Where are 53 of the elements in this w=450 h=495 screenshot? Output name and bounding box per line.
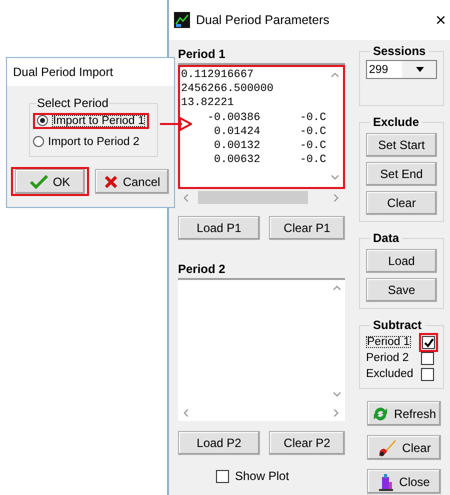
action-button[interactable]: Load [366, 249, 437, 273]
group-label: Select Period [36, 96, 110, 110]
checkbox[interactable] [422, 336, 435, 348]
radio-button[interactable] [37, 115, 48, 126]
action-button[interactable]: Load P1 [178, 216, 260, 240]
refresh-button[interactable]: Refresh [367, 401, 441, 426]
cancel-button[interactable]: Cancel [95, 169, 169, 194]
dialog-title: Dual Period Import [13, 65, 114, 79]
text-line: 0.01424 -0.C [213, 124, 326, 140]
group-label: Exclude [372, 115, 420, 129]
action-button[interactable]: Clear P1 [269, 216, 345, 240]
checkbox[interactable] [421, 352, 434, 364]
close-button[interactable]: × [435, 10, 446, 30]
check-icon [30, 174, 48, 188]
dropdown-arrow-icon [416, 67, 424, 72]
action-button[interactable]: Set Start [366, 133, 437, 157]
checkbox[interactable] [421, 368, 434, 380]
ok-button[interactable]: OK [15, 169, 85, 194]
clear-button[interactable]: Clear [367, 435, 441, 460]
radio-button[interactable] [33, 136, 44, 147]
text-line: 13.82221 [181, 96, 235, 111]
group-label: Sessions [372, 44, 427, 58]
text-line: -0.00386 -0.C [206, 110, 326, 125]
brush-icon [377, 438, 398, 456]
group-label: Data [372, 231, 400, 245]
action-button[interactable]: Load P2 [178, 431, 260, 455]
text-line: 0.00632 -0.C [213, 153, 326, 168]
sessions-dropdown[interactable]: 299 [366, 60, 437, 79]
cross-icon [104, 174, 118, 188]
text-line: 2456266.500000 [181, 82, 274, 96]
action-button[interactable]: Set End [366, 162, 437, 186]
checkbox-label: Period 2 [366, 352, 409, 364]
checkbox-label: Period 1 [366, 336, 411, 348]
window-title: Dual Period Parameters [196, 13, 330, 27]
close-button[interactable]: Close [367, 469, 441, 494]
action-button[interactable]: Save [366, 278, 437, 302]
section-label: Period 2 [178, 262, 226, 278]
app-icon [174, 12, 190, 28]
checkbox-label: Excluded [366, 368, 414, 380]
horizontal-scrollbar[interactable] [178, 404, 345, 421]
radio-label: Import to Period 2 [48, 136, 140, 148]
section-label: Period 1 [178, 47, 226, 63]
scroll-thumb[interactable] [198, 191, 308, 204]
text-area[interactable]: 0.112916667 2456266.500000 13.82221 -0.00386 -0.C 0.01424 -0.C 0.00132 -0.C 0.00632 -0.C [178, 63, 345, 206]
group-label: Subtract [372, 318, 423, 332]
refresh-icon [372, 404, 389, 422]
checkbox[interactable] [216, 470, 229, 482]
action-button[interactable]: Clear P2 [269, 431, 345, 455]
radio-label: Import to Period 1 [52, 114, 146, 126]
text-line: 0.00132 -0.C [213, 139, 326, 154]
checkbox-label: Show Plot [235, 469, 290, 483]
action-button[interactable]: Clear [366, 191, 437, 215]
text-line: 0.112916667 [181, 68, 255, 82]
